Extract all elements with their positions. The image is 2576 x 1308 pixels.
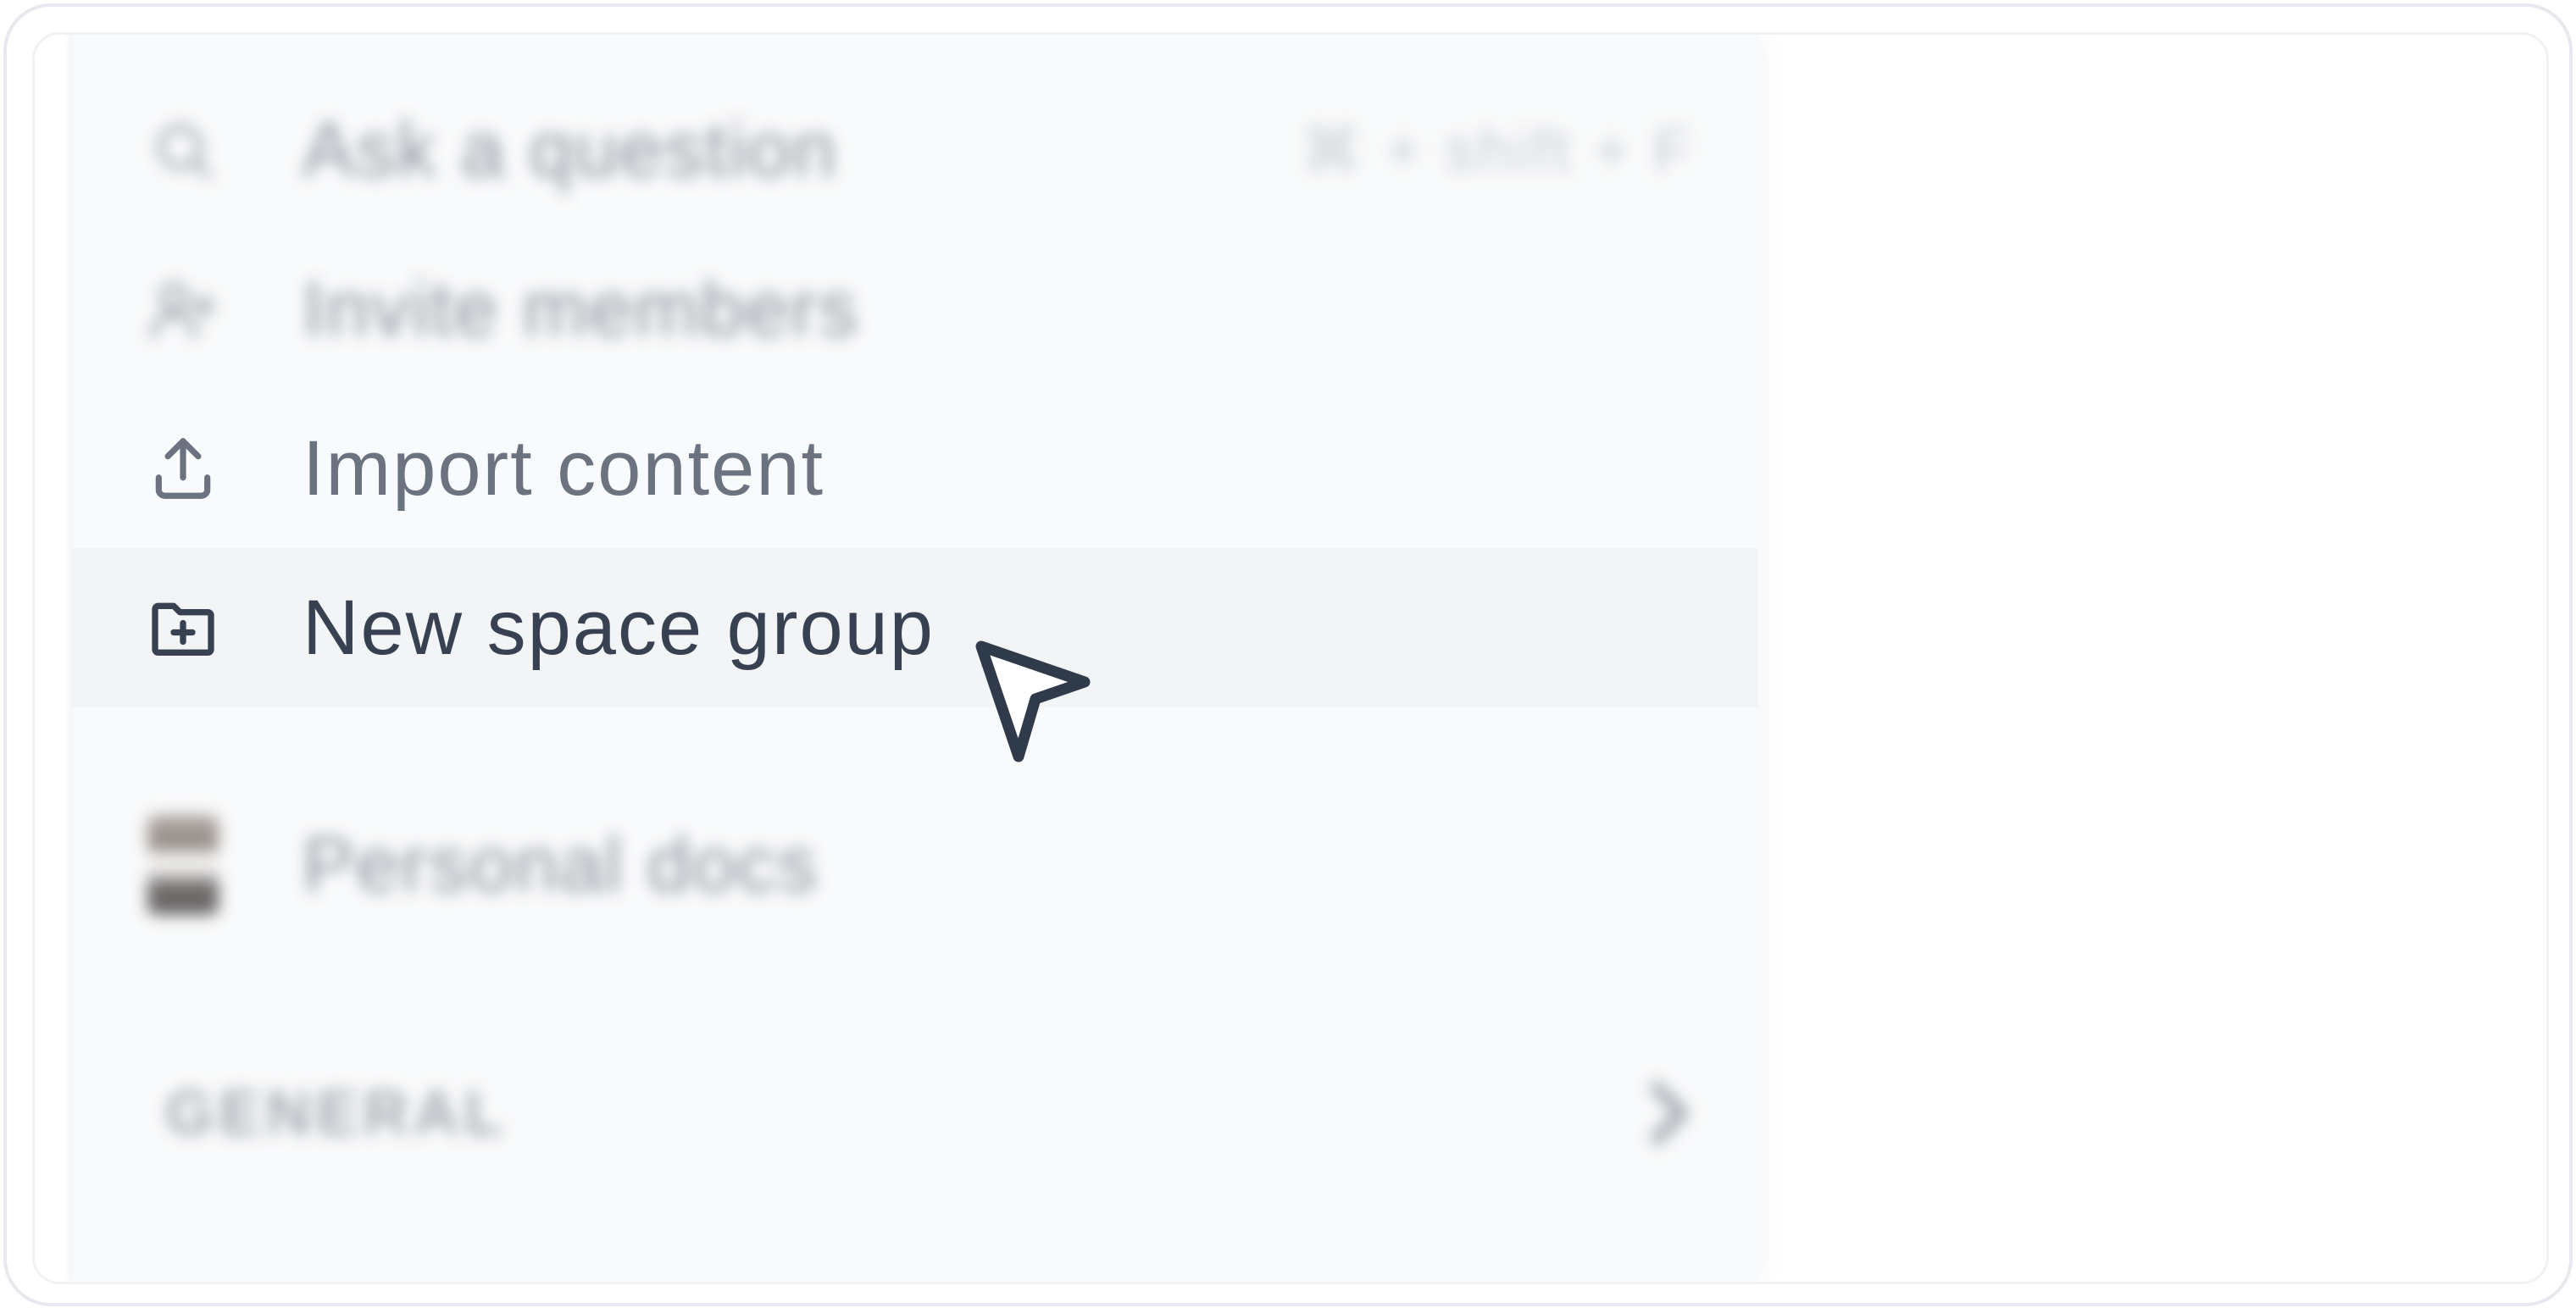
new-space-group-item[interactable]: New space group	[72, 548, 1758, 707]
personal-docs-label: Personal docs	[303, 821, 819, 908]
app-window: Ask a question ⌘ + shift + F Invite memb…	[32, 32, 2549, 1284]
user-plus-icon	[142, 268, 225, 351]
ask-question-shortcut: ⌘ + shift + F	[1300, 117, 1694, 185]
ask-question-item[interactable]: Ask a question ⌘ + shift + F	[72, 70, 1758, 230]
import-content-label: Import content	[303, 424, 825, 512]
invite-members-label: Invite members	[303, 265, 859, 352]
screenshot-frame: Ask a question ⌘ + shift + F Invite memb…	[3, 3, 2573, 1306]
new-space-group-label: New space group	[303, 584, 935, 671]
folder-plus-icon	[142, 586, 225, 669]
ask-question-label: Ask a question	[303, 106, 838, 193]
general-section-label: GENERAL	[165, 1078, 508, 1148]
sidebar: Ask a question ⌘ + shift + F Invite memb…	[72, 35, 1758, 1282]
chevron-right-icon[interactable]	[1640, 1075, 1699, 1156]
upload-icon	[142, 427, 225, 510]
invite-members-item[interactable]: Invite members	[72, 230, 1758, 389]
general-section-header[interactable]: GENERAL	[72, 1060, 1758, 1161]
search-icon	[142, 108, 225, 191]
avatar	[142, 815, 225, 915]
mouse-cursor-icon	[974, 640, 1102, 771]
personal-docs-item[interactable]: Personal docs	[72, 785, 1758, 945]
import-content-item[interactable]: Import content	[72, 389, 1758, 548]
